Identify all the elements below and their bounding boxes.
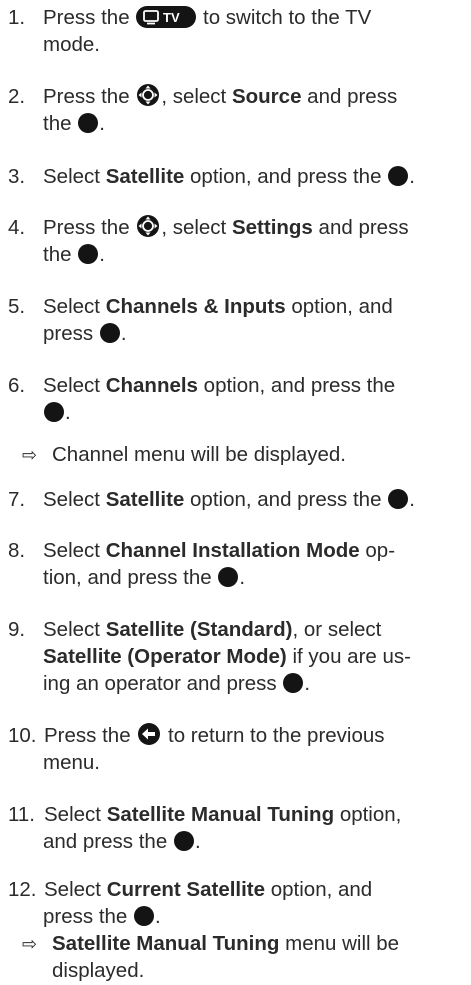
ok-button-icon: [218, 567, 239, 587]
ok-button-icon: [134, 906, 155, 926]
navigation-pad-icon: [137, 84, 160, 106]
ok-button-icon: [78, 244, 99, 264]
ok-button-icon: [99, 323, 120, 343]
ok-button-icon: [283, 673, 304, 693]
navigation-pad-icon: [137, 215, 160, 237]
ok-button-icon: [78, 113, 99, 133]
result-arrow-icon: ⇨: [22, 934, 38, 954]
tv-button-label: TV: [163, 10, 180, 25]
instructions-document: 1. Press the TV to switch to the TV mode…: [8, 6, 415, 982]
ok-button-icon: [388, 166, 409, 186]
back-arrow-icon: [138, 723, 161, 745]
ok-button-icon: [388, 489, 409, 509]
ok-button-icon: [44, 402, 64, 422]
ok-button-icon: [173, 831, 194, 851]
tv-button-icon: TV: [136, 6, 197, 28]
result-arrow-icon: ⇨: [22, 445, 38, 465]
